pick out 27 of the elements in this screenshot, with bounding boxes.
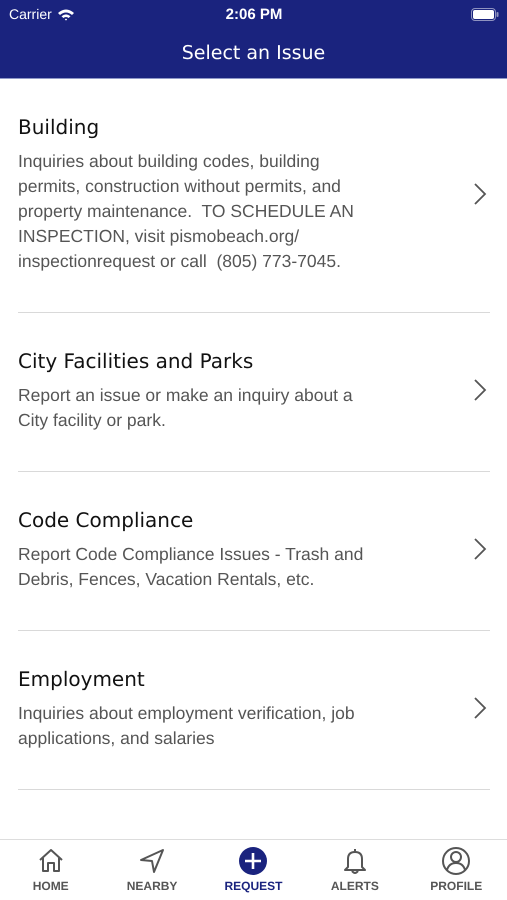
tab-bar-item[interactable]: HOME	[6, 840, 96, 900]
tab-bar-item[interactable]: REQUEST	[208, 840, 298, 900]
issue-list-item[interactable]: Code Compliance Report Code Compliance Issues - Trash and Debris, Fences, Vacation Rentals, etc.	[18, 472, 490, 631]
tab-bar-item[interactable]: NEARBY	[107, 840, 198, 900]
issue-description: Report Code Compliance Issues - Trash and Debris, Fences, Vacation Rentals, etc.	[18, 543, 364, 591]
issue-list-item[interactable]: Employment Inquiries about employment verification, job applications, and salaries	[18, 631, 490, 790]
issue-description: Inquiries about employment verification, job applications, and salaries	[18, 702, 356, 750]
chevron-right-icon	[473, 378, 487, 402]
issue-title: Employment	[18, 666, 146, 693]
issue-title: Building	[18, 114, 100, 141]
issue-title: City Facilities and Parks	[18, 348, 254, 375]
issue-description: Inquiries about building codes, building permits, construction without permits, and property maintenance. TO SCHEDULE AN INSPECTION, visit pismobeach.org/ inspectionrequest or call (805) 773-7045.	[18, 150, 355, 273]
plus-circle-icon	[238, 846, 268, 876]
screen-title: Select an Issue	[182, 42, 326, 64]
chevron-right-icon	[473, 537, 487, 561]
tab-bar-item[interactable]: PROFILE	[411, 840, 502, 900]
issue-list-item[interactable]: City Facilities and Parks Report an issue or make an inquiry about a City facility or park.	[18, 313, 490, 472]
battery-icon	[470, 8, 499, 20]
clock-time: 2:06 PM	[226, 6, 282, 22]
issue-description: Report an issue or make an inquiry about a City facility or park.	[18, 384, 354, 432]
chevron-right-icon	[473, 696, 487, 720]
carrier-name: Carrier	[9, 6, 52, 22]
tab-bar-item[interactable]: ALERTS	[310, 840, 400, 900]
person-circle-icon	[441, 846, 472, 876]
chevron-right-icon	[473, 182, 487, 206]
issue-title: Code Compliance	[18, 507, 194, 534]
wifi-icon	[56, 8, 75, 20]
